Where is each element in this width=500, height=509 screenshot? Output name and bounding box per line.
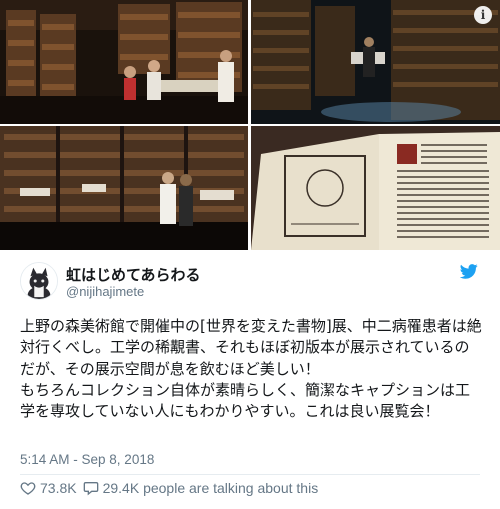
- speech-bubble-icon: [83, 482, 98, 496]
- photo-open-antique-book[interactable]: [251, 126, 500, 250]
- twitter-bird-icon[interactable]: [460, 264, 478, 279]
- tweet-text: 上野の森美術館で開催中の[世界を変えた書物]展、中二病罹患者は絶対行くべし。工学…: [20, 317, 482, 421]
- tweet-header: 虹はじめてあらわる @nijihajimete: [0, 262, 500, 304]
- photo-library-bookshelves[interactable]: [0, 0, 248, 124]
- tweet-timestamp[interactable]: 5:14 AM - Sep 8, 2018: [20, 452, 154, 467]
- heart-icon: [20, 482, 36, 495]
- reply-summary: 29.4K people are talking about this: [102, 480, 319, 496]
- reply-button[interactable]: 29.4K people are talking about this: [83, 480, 319, 496]
- tweet-actions: 73.8K 29.4K people are talking about thi…: [20, 478, 324, 498]
- like-button[interactable]: 73.8K: [20, 480, 77, 496]
- tweet-card: i 虹はじめてあらわる @nijihajimete 上野の森美術館で開催中の[世…: [0, 0, 500, 509]
- display-name[interactable]: 虹はじめてあらわる: [66, 264, 201, 285]
- divider: [20, 474, 480, 475]
- avatar-cat-icon[interactable]: [20, 262, 58, 300]
- media-grid: i: [0, 0, 500, 250]
- like-count: 73.8K: [40, 480, 77, 496]
- user-handle[interactable]: @nijihajimete: [66, 284, 144, 299]
- photo-library-corridor[interactable]: i: [251, 0, 500, 124]
- photo-library-display-cases[interactable]: [0, 126, 248, 250]
- info-icon[interactable]: i: [474, 6, 492, 24]
